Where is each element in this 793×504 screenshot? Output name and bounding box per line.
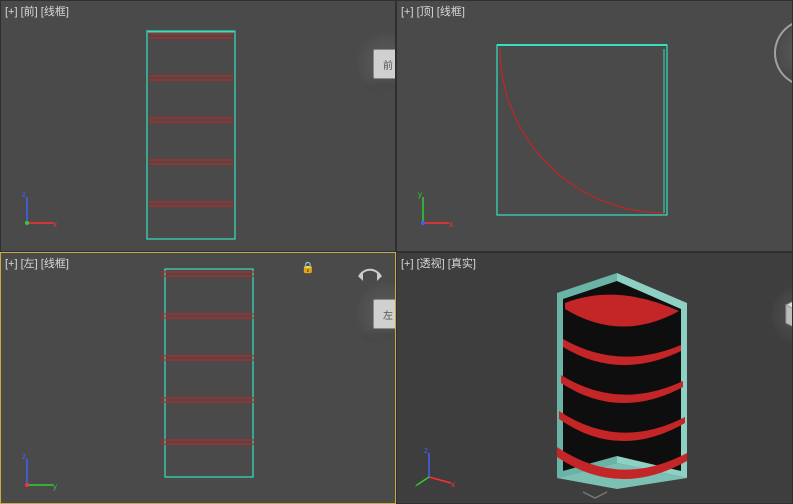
- axis-gizmo-left: z y: [19, 453, 59, 493]
- wireframe-left: [1, 253, 396, 504]
- viewport-label-perspective: [+] [透视] [真实]: [401, 255, 476, 271]
- viewcube-face-label[interactable]: 前: [373, 49, 396, 79]
- viewport-label-top: [+] [顶] [线框]: [401, 3, 465, 19]
- axis-label-v: z: [22, 191, 26, 199]
- lock-icon[interactable]: 🔒: [301, 261, 315, 274]
- viewport-top[interactable]: [+] [顶] [线框] y x 上: [396, 0, 793, 252]
- viewport-menu-shading[interactable]: [真实]: [448, 258, 476, 270]
- axis-label-h: x: [53, 220, 57, 229]
- axis-gizmo-top: y x: [415, 191, 455, 231]
- axis-label-v: z: [22, 453, 26, 461]
- viewport-menu-shading[interactable]: [线框]: [41, 258, 69, 270]
- viewport-menu-shading[interactable]: [线框]: [437, 6, 465, 18]
- viewport-menu-view[interactable]: [顶]: [417, 6, 434, 18]
- viewcube-face-label[interactable]: 左: [373, 299, 396, 329]
- viewport-menu-view[interactable]: [前]: [21, 6, 38, 18]
- viewport-grid: [+] [前] [线框]: [0, 0, 793, 504]
- axis-label-h: y: [53, 482, 57, 491]
- viewport-resize-handle[interactable]: [575, 489, 615, 501]
- viewport-menu-plus[interactable]: [+]: [5, 258, 18, 270]
- viewport-menu-plus[interactable]: [+]: [5, 6, 18, 18]
- viewport-label-front: [+] [前] [线框]: [5, 3, 69, 19]
- axis-label-v: y: [418, 191, 422, 199]
- axis-gizmo-front: z x: [19, 191, 59, 231]
- svg-text:y: y: [415, 482, 417, 487]
- viewport-label-left: [+] [左] [线框]: [5, 255, 69, 271]
- axis-label-v: z: [424, 447, 428, 455]
- axis-gizmo-perspective: z x y: [415, 447, 455, 487]
- wireframe-top: [397, 1, 793, 252]
- viewport-menu-plus[interactable]: [+]: [401, 6, 414, 18]
- viewport-perspective[interactable]: [+] [透视] [真实] z x: [396, 252, 793, 504]
- viewport-left[interactable]: [+] [左] [线框] 🔒: [0, 252, 396, 504]
- viewport-menu-view[interactable]: [透视]: [417, 258, 445, 270]
- viewport-menu-shading[interactable]: [线框]: [41, 6, 69, 18]
- wireframe-front: [1, 1, 396, 252]
- axis-label-h: x: [449, 220, 453, 229]
- axis-label-h: x: [451, 480, 455, 487]
- viewport-front[interactable]: [+] [前] [线框]: [0, 0, 396, 252]
- viewport-menu-plus[interactable]: [+]: [401, 258, 414, 270]
- shaded-perspective: [397, 253, 793, 504]
- viewport-menu-view[interactable]: [左]: [21, 258, 38, 270]
